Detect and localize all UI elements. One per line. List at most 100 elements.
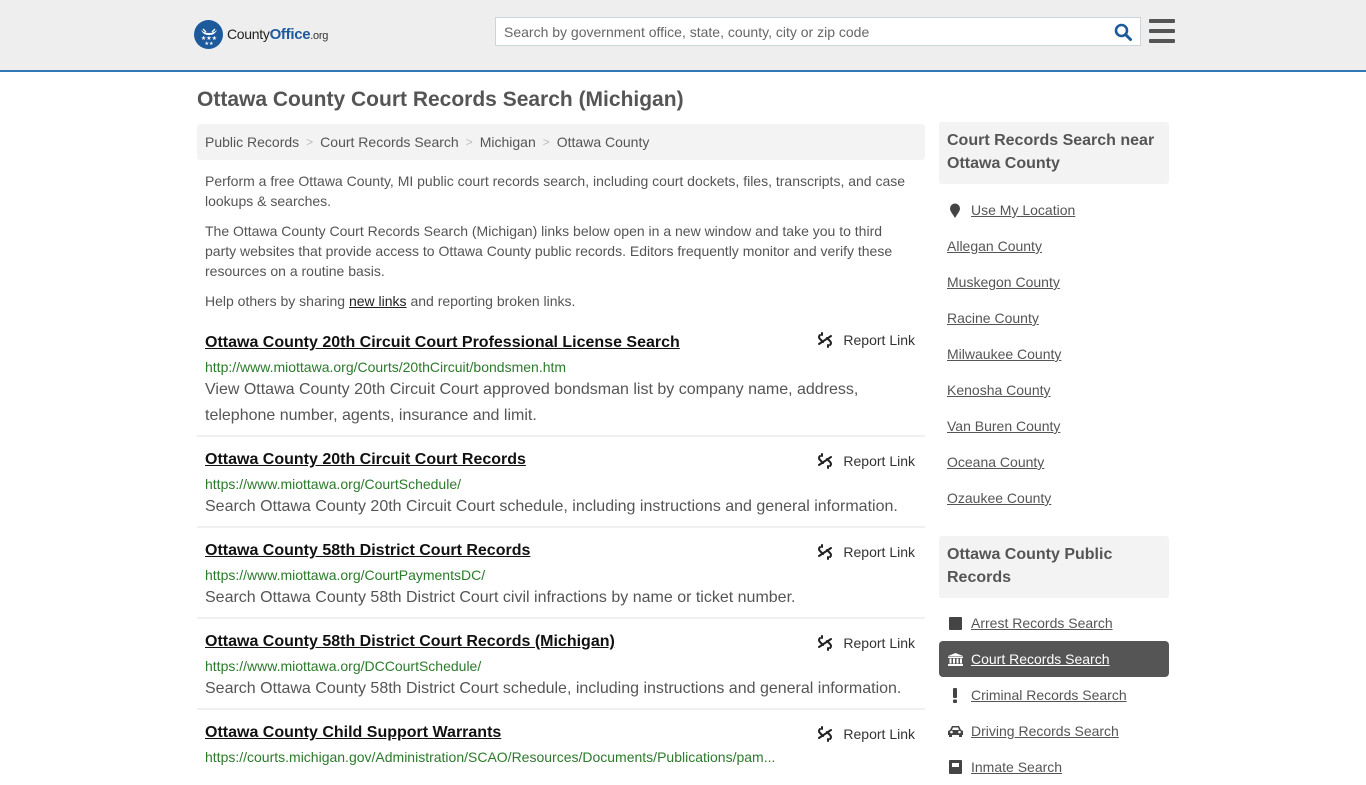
result-url: https://courts.michigan.gov/Administrati… <box>205 749 776 765</box>
result-item: Ottawa County 58th District Court Record… <box>197 619 925 710</box>
nearby-county-link[interactable]: Ozaukee County <box>947 490 1051 506</box>
intro-paragraph: Perform a free Ottawa County, MI public … <box>205 173 906 209</box>
result-url: https://www.miottawa.org/DCCourtSchedule… <box>205 658 482 674</box>
report-link-button[interactable]: Report Link <box>817 453 915 469</box>
report-link-label: Report Link <box>843 453 915 469</box>
broken-link-icon <box>818 544 833 560</box>
nearby-county-item: Allegan County <box>939 228 1169 264</box>
breadcrumb-public-records[interactable]: Public Records <box>205 134 299 150</box>
sidebar-item-label[interactable]: Driving Records Search <box>971 723 1119 739</box>
nearby-county-link[interactable]: Racine County <box>947 310 1039 326</box>
result-title-link[interactable]: Ottawa County 20th Circuit Court Records <box>205 449 917 471</box>
nearby-county-item: Oceana County <box>939 444 1169 480</box>
sidebar-public-records: Ottawa County Public Records Arrest Reco… <box>939 536 1169 775</box>
svg-text:★★: ★★ <box>204 41 213 46</box>
breadcrumb-separator: > <box>542 135 550 149</box>
nearby-county-link[interactable]: Allegan County <box>947 238 1042 254</box>
result-item: Ottawa County 58th District Court Record… <box>197 528 925 619</box>
nearby-county-item: Racine County <box>939 300 1169 336</box>
sidebar-item-arrest-records[interactable]: Arrest Records Search <box>939 605 1169 641</box>
page-title: Ottawa County Court Records Search (Mich… <box>197 88 684 111</box>
sidebar-item-driving-records[interactable]: Driving Records Search <box>939 713 1169 749</box>
intro-text: Perform a free Ottawa County, MI public … <box>205 171 917 321</box>
result-description: View Ottawa County 20th Circuit Court ap… <box>205 381 859 424</box>
nearby-county-link[interactable]: Oceana County <box>947 454 1044 470</box>
hamburger-icon-bar <box>1149 29 1175 33</box>
sidebar-item-label[interactable]: Inmate Search <box>971 759 1062 775</box>
sidebar-nearby: Court Records Search near Ottawa County … <box>939 122 1169 516</box>
report-link-label: Report Link <box>843 726 915 742</box>
result-title-link[interactable]: Ottawa County 58th District Court Record… <box>205 631 917 653</box>
result-description: Search Ottawa County 58th District Court… <box>205 680 902 697</box>
report-link-label: Report Link <box>843 635 915 651</box>
nearby-county-link[interactable]: Kenosha County <box>947 382 1051 398</box>
site-logo[interactable]: ★★★ ★★ CountyOffice.org <box>194 20 328 49</box>
report-link-button[interactable]: Report Link <box>817 544 915 560</box>
search-input[interactable] <box>496 18 1106 45</box>
nearby-county-link[interactable]: Van Buren County <box>947 418 1060 434</box>
nearby-county-link[interactable]: Milwaukee County <box>947 346 1061 362</box>
report-link-label: Report Link <box>843 544 915 560</box>
broken-link-icon <box>818 635 833 651</box>
sidebar-item-court-records[interactable]: Court Records Search <box>939 641 1169 677</box>
result-url: https://www.miottawa.org/CourtPaymentsDC… <box>205 567 486 583</box>
share-text-before: Help others by sharing <box>205 293 349 309</box>
hamburger-icon-bar <box>1149 39 1175 43</box>
search-button[interactable] <box>1106 18 1140 45</box>
intro-paragraph: The Ottawa County Court Records Search (… <box>205 223 893 279</box>
sidebar-item-label[interactable]: Criminal Records Search <box>971 687 1127 703</box>
breadcrumb: Public Records > Court Records Search > … <box>197 124 925 160</box>
share-text-after: and reporting broken links. <box>406 293 576 309</box>
sidebar-heading-nearby: Court Records Search near Ottawa County <box>939 122 1169 184</box>
result-title-link[interactable]: Ottawa County Child Support Warrants <box>205 722 917 744</box>
nearby-list: Use My Location Allegan County Muskegon … <box>939 192 1169 516</box>
courthouse-icon <box>947 652 963 666</box>
breadcrumb-court-records-search[interactable]: Court Records Search <box>320 134 459 150</box>
nearby-county-link[interactable]: Muskegon County <box>947 274 1060 290</box>
use-location-item: Use My Location <box>939 192 1169 228</box>
result-item: Ottawa County 20th Circuit Court Profess… <box>197 326 925 437</box>
use-my-location-link[interactable]: Use My Location <box>971 202 1075 218</box>
new-links-link[interactable]: new links <box>349 293 407 309</box>
eagle-stars-icon: ★★★ ★★ <box>194 20 223 49</box>
map-marker-icon <box>947 203 963 218</box>
broken-link-icon <box>818 453 833 469</box>
result-item: Ottawa County Child Support Warrants Rep… <box>197 710 925 777</box>
breadcrumb-separator: > <box>465 135 473 149</box>
public-records-list: Arrest Records Search Court Records Sear… <box>939 605 1169 785</box>
search-bar <box>495 17 1141 46</box>
logo-text: CountyOffice.org <box>227 26 329 43</box>
square-icon <box>947 616 963 630</box>
sidebar-item-inmate-search[interactable]: Inmate Search <box>939 749 1169 785</box>
report-link-button[interactable]: Report Link <box>817 635 915 651</box>
sidebar-item-label[interactable]: Arrest Records Search <box>971 615 1113 631</box>
top-navigation-bar: ★★★ ★★ CountyOffice.org <box>0 0 1366 72</box>
breadcrumb-michigan[interactable]: Michigan <box>480 134 536 150</box>
report-link-button[interactable]: Report Link <box>817 726 915 742</box>
exclamation-icon <box>947 687 963 703</box>
broken-link-icon <box>818 726 833 742</box>
result-item: Ottawa County 20th Circuit Court Records… <box>197 437 925 528</box>
nearby-county-item: Muskegon County <box>939 264 1169 300</box>
broken-link-icon <box>818 332 833 348</box>
intro-paragraph-share: Help others by sharing new links and rep… <box>205 291 917 311</box>
search-icon <box>1114 23 1132 41</box>
menu-button[interactable] <box>1149 19 1175 43</box>
result-description: Search Ottawa County 58th District Court… <box>205 589 796 606</box>
inmate-icon <box>947 760 963 774</box>
results-list: Ottawa County 20th Circuit Court Profess… <box>197 326 925 777</box>
sidebar-item-label[interactable]: Court Records Search <box>971 651 1110 667</box>
nearby-county-item: Milwaukee County <box>939 336 1169 372</box>
result-description: Search Ottawa County 20th Circuit Court … <box>205 498 898 515</box>
result-title-link[interactable]: Ottawa County 58th District Court Record… <box>205 540 917 562</box>
breadcrumb-ottawa-county[interactable]: Ottawa County <box>557 134 650 150</box>
car-icon <box>947 725 963 737</box>
result-url: http://www.miottawa.org/Courts/20thCircu… <box>205 359 567 375</box>
result-title-link[interactable]: Ottawa County 20th Circuit Court Profess… <box>205 332 917 354</box>
breadcrumb-separator: > <box>306 135 314 149</box>
report-link-button[interactable]: Report Link <box>817 332 915 348</box>
sidebar-item-criminal-records[interactable]: Criminal Records Search <box>939 677 1169 713</box>
nearby-county-item: Kenosha County <box>939 372 1169 408</box>
nearby-county-item: Ozaukee County <box>939 480 1169 516</box>
sidebar-heading-public-records: Ottawa County Public Records <box>939 536 1169 598</box>
